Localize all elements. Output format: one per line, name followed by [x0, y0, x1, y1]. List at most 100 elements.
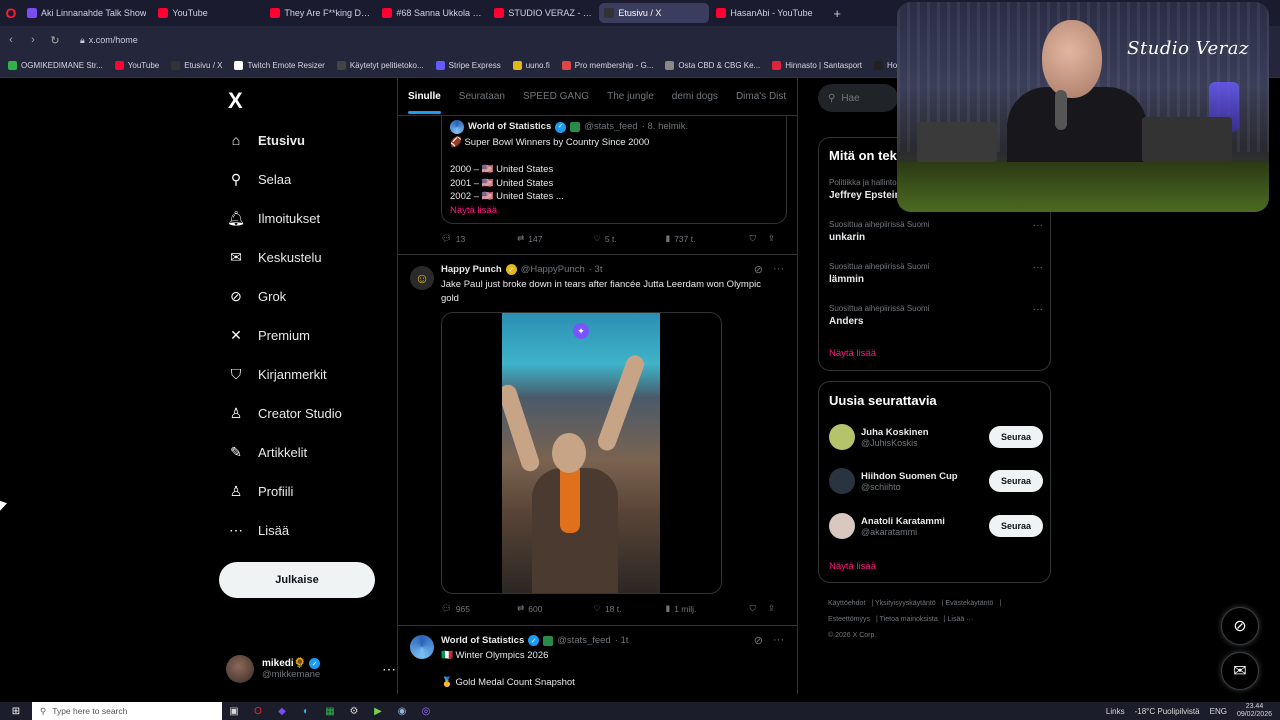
- forward-icon[interactable]: ›: [22, 34, 44, 46]
- app-icon[interactable]: ▦: [318, 702, 342, 720]
- tab-6[interactable]: HasanAbi - YouTube: [711, 3, 821, 23]
- steam-app-icon[interactable]: ◉: [390, 702, 414, 720]
- bookmark-item[interactable]: Osta CBD & CBG Ke...: [665, 61, 760, 70]
- more-icon[interactable]: ···: [773, 263, 784, 276]
- bookmark-item[interactable]: OGMIKEDIMANE Str...: [8, 61, 103, 70]
- more-icon[interactable]: ···: [1033, 220, 1043, 231]
- like-button[interactable]: ♡ 5 t.: [593, 233, 665, 244]
- grok-sparkle-icon[interactable]: ✦: [573, 323, 589, 339]
- tab-list-dimas[interactable]: Dima's Dist: [736, 91, 786, 102]
- share-icon[interactable]: ⇪: [768, 603, 775, 614]
- taskbar-search-input[interactable]: ⚲ Type here to search: [32, 702, 222, 720]
- repost-button[interactable]: ⇄ 147: [517, 233, 593, 244]
- tab-list-speed-gang[interactable]: SPEED GANG: [523, 91, 589, 102]
- tab-following[interactable]: Seurataan: [459, 91, 505, 102]
- nav-item-etusivu[interactable]: ⌂ Etusivu: [228, 130, 305, 150]
- nav-item-keskustelu[interactable]: ✉ Keskustelu: [228, 247, 321, 267]
- tab-list-demi-dogs[interactable]: demi dogs: [672, 91, 718, 102]
- follow-button[interactable]: Seuraa: [989, 426, 1043, 448]
- opera-logo-icon[interactable]: O: [0, 0, 22, 26]
- app-icon[interactable]: ◎: [414, 702, 438, 720]
- tab-0[interactable]: Aki Linnanahde Talk Show: [22, 3, 151, 23]
- x-logo-icon[interactable]: X: [228, 88, 243, 114]
- bookmark-item[interactable]: Pro membership - G...: [561, 61, 653, 70]
- show-more-link[interactable]: Näytä lisää: [829, 348, 876, 359]
- post-media-video[interactable]: ✦: [441, 312, 722, 594]
- bookmark-item[interactable]: Stripe Express: [435, 61, 501, 70]
- bookmark-item[interactable]: YouTube: [114, 61, 159, 70]
- bookmark-item[interactable]: Hinnasto | Santasport: [772, 61, 862, 70]
- footer-link[interactable]: Esteettömyys: [828, 616, 870, 623]
- more-icon[interactable]: ···: [1033, 304, 1043, 315]
- task-view-icon[interactable]: ▣: [222, 702, 246, 720]
- quoted-post[interactable]: World of Statistics ✓ @stats_feed · 8. h…: [441, 116, 787, 224]
- follow-suggestion[interactable]: Hiihdon Suomen Cup @schiihto Seuraa: [829, 466, 1043, 496]
- follow-suggestion[interactable]: Juha Koskinen @JuhisKoskis Seuraa: [829, 422, 1043, 452]
- repost-button[interactable]: ⇄ 600: [517, 603, 593, 614]
- new-tab-button[interactable]: +: [833, 6, 841, 21]
- tab-4[interactable]: STUDIO VERAZ - YouT: [489, 3, 597, 23]
- tab-2[interactable]: They Are F**king Desperat: [265, 3, 375, 23]
- links-toolbar[interactable]: Links: [1106, 707, 1125, 716]
- footer-link[interactable]: Tietoa mainoksista: [880, 616, 938, 623]
- trend-item[interactable]: Suosittua aihepiirissä Suomi Anders ···: [829, 304, 1043, 327]
- reply-button[interactable]: 💬︎ 13: [441, 233, 517, 244]
- footer-link[interactable]: Yksityisyyskäytäntö: [875, 600, 936, 607]
- bookmark-item[interactable]: Etusivu / X: [171, 61, 222, 70]
- nav-item-artikkelit[interactable]: ✎ Artikkelit: [228, 442, 307, 462]
- follow-button[interactable]: Seuraa: [989, 470, 1043, 492]
- weather-widget[interactable]: -18°C Puolipilvistä: [1135, 707, 1200, 716]
- share-icon[interactable]: ⇪: [768, 233, 775, 244]
- nav-item-selaa[interactable]: ⚲ Selaa: [228, 169, 291, 189]
- account-switcher[interactable]: mikedi🌻 ✓ @mikkemane ⋯: [226, 652, 396, 686]
- bookmark-item[interactable]: uuno.fi: [512, 61, 550, 70]
- nav-item-premium[interactable]: ✕ Premium: [228, 325, 310, 345]
- more-icon[interactable]: ···: [773, 634, 784, 647]
- nav-item-ilmoitukset[interactable]: 🔔︎ Ilmoitukset: [227, 208, 320, 228]
- nav-item-kirjanmerkit[interactable]: ⛉ Kirjanmerkit: [228, 364, 327, 384]
- show-more-link[interactable]: Näytä lisää: [829, 561, 876, 572]
- bookmark-item[interactable]: Twitch Emote Resizer: [234, 61, 325, 70]
- app-icon[interactable]: ⚙: [342, 702, 366, 720]
- follow-button[interactable]: Seuraa: [989, 515, 1043, 537]
- more-icon[interactable]: ⋯: [382, 661, 396, 678]
- app-icon[interactable]: ▶: [366, 702, 390, 720]
- footer-link[interactable]: Lisää ···: [948, 616, 974, 623]
- opera-app-icon[interactable]: O: [246, 702, 270, 720]
- search-input[interactable]: ⚲ Hae: [818, 84, 898, 112]
- show-more-link[interactable]: Näytä lisää: [450, 204, 778, 218]
- footer-link[interactable]: Käyttöehdot: [828, 600, 865, 607]
- app-icon[interactable]: ◆: [270, 702, 294, 720]
- messages-fab-icon[interactable]: ✉: [1221, 652, 1259, 690]
- views-button[interactable]: ▮ 737 t.: [666, 233, 750, 244]
- like-button[interactable]: ♡ 18 t.: [593, 603, 665, 614]
- tab-3[interactable]: #68 Sanna Ukkola - YouTu: [377, 3, 487, 23]
- language-indicator[interactable]: ENG: [1210, 707, 1227, 716]
- grok-icon[interactable]: ⊘: [754, 263, 763, 276]
- reload-icon[interactable]: ↻: [44, 34, 66, 47]
- bookmark-icon[interactable]: ⛉: [749, 603, 755, 614]
- trend-item[interactable]: Suosittua aihepiirissä Suomi unkarin ···: [829, 220, 1043, 243]
- windows-start-icon[interactable]: ⊞: [0, 702, 32, 720]
- more-icon[interactable]: ···: [1033, 262, 1043, 273]
- grok-fab-icon[interactable]: ⊘: [1221, 607, 1259, 645]
- nav-item-lisää[interactable]: ⋯ Lisää: [228, 520, 289, 540]
- tab-for-you[interactable]: Sinulle: [408, 91, 441, 114]
- post-button[interactable]: Julkaise: [219, 562, 375, 598]
- follow-suggestion[interactable]: Anatoli Karatammi @akaratammi Seuraa: [829, 511, 1043, 541]
- footer-link[interactable]: Evästekäytäntö: [945, 600, 993, 607]
- bookmark-icon[interactable]: ⛉: [749, 233, 755, 244]
- nav-item-creator-studio[interactable]: ♙ Creator Studio: [228, 403, 342, 423]
- nav-item-profiili[interactable]: ♙ Profiili: [228, 481, 294, 501]
- trend-item[interactable]: Suosittua aihepiirissä Suomi lämmin ···: [829, 262, 1043, 285]
- views-button[interactable]: ▮ 1 milj.: [666, 603, 750, 614]
- post-world-of-statistics[interactable]: World of Statistics ✓ @stats_feed · 1t ⊘…: [398, 625, 797, 694]
- clock[interactable]: 23.44 09/02/2026: [1237, 703, 1272, 719]
- back-icon[interactable]: ‹: [0, 34, 22, 46]
- url-field[interactable]: x.com/home: [89, 35, 138, 45]
- edge-app-icon[interactable]: ◐: [294, 702, 318, 720]
- grok-icon[interactable]: ⊘: [754, 634, 763, 647]
- reply-button[interactable]: 💬︎ 965: [441, 603, 517, 614]
- tab-1[interactable]: YouTube: [153, 3, 263, 23]
- bookmark-item[interactable]: Käytetyt pelitietoko...: [336, 61, 424, 70]
